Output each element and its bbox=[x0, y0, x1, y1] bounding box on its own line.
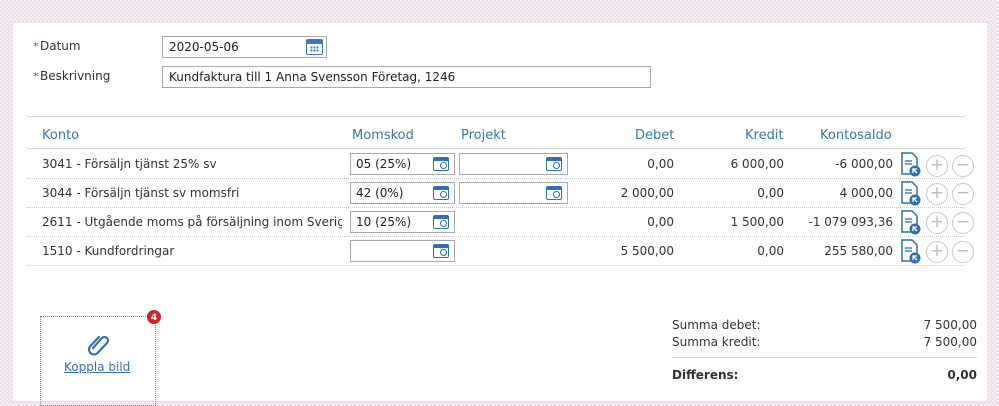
remove-row-button[interactable]: − bbox=[952, 212, 974, 234]
description-value: Kundfaktura till 1 Anna Svensson Företag… bbox=[169, 70, 456, 84]
table-header-divider bbox=[27, 148, 965, 149]
lookup-icon[interactable] bbox=[433, 215, 449, 229]
projekt-field[interactable] bbox=[459, 153, 568, 175]
debet-cell: 0,00 bbox=[647, 215, 674, 229]
account-details-icon[interactable] bbox=[900, 210, 922, 236]
sum-kredit-value: 7 500,00 bbox=[923, 335, 977, 349]
description-field[interactable]: Kundfaktura till 1 Anna Svensson Företag… bbox=[162, 66, 651, 88]
konto-cell: 3041 - Försäljn tjänst 25% sv bbox=[42, 157, 217, 171]
column-header-kredit: Kredit bbox=[745, 128, 784, 143]
konto-cell: 2611 - Utgående moms på försäljning inom… bbox=[42, 215, 342, 229]
kontosaldo-cell: -1 079 093,36 bbox=[808, 215, 894, 229]
required-marker: * bbox=[33, 40, 39, 53]
summary-divider bbox=[672, 357, 977, 358]
divider bbox=[27, 116, 965, 117]
remove-row-button[interactable]: − bbox=[952, 241, 974, 263]
lookup-icon[interactable] bbox=[433, 244, 449, 258]
kontosaldo-cell: -6 000,00 bbox=[835, 157, 893, 171]
column-header-kontosaldo: Kontosaldo bbox=[820, 128, 892, 143]
momskod-value: 05 (25%) bbox=[356, 157, 412, 171]
konto-cell: 1510 - Kundfordringar bbox=[42, 244, 175, 258]
lookup-icon[interactable] bbox=[433, 157, 449, 171]
kredit-cell: 6 000,00 bbox=[730, 157, 784, 171]
attachment-count-badge: 4 bbox=[146, 309, 162, 325]
debet-cell: 0,00 bbox=[647, 157, 674, 171]
date-field[interactable]: 2020-05-06 bbox=[162, 36, 327, 58]
column-header-debet: Debet bbox=[635, 128, 675, 143]
add-row-button[interactable]: + bbox=[926, 155, 948, 177]
account-details-icon[interactable] bbox=[900, 181, 922, 207]
date-value: 2020-05-06 bbox=[169, 40, 239, 54]
lookup-icon[interactable] bbox=[546, 157, 562, 171]
column-header-projekt: Projekt bbox=[461, 128, 506, 143]
momskod-field[interactable]: 10 (25%) bbox=[350, 211, 455, 233]
row-divider bbox=[27, 236, 965, 237]
projekt-field[interactable] bbox=[459, 182, 568, 204]
row-divider bbox=[27, 265, 965, 266]
account-details-icon[interactable] bbox=[900, 152, 922, 178]
paperclip-icon bbox=[87, 335, 110, 356]
required-marker: * bbox=[33, 70, 39, 83]
add-row-button[interactable]: + bbox=[926, 241, 948, 263]
row-divider bbox=[27, 178, 965, 179]
sum-debet-label: Summa debet: bbox=[672, 318, 761, 332]
attach-image-link[interactable]: Koppla bild bbox=[64, 360, 130, 374]
konto-cell: 3044 - Försäljn tjänst sv momsfri bbox=[42, 186, 240, 200]
add-row-button[interactable]: + bbox=[926, 183, 948, 205]
sum-kredit-label: Summa kredit: bbox=[672, 335, 761, 349]
kontosaldo-cell: 4 000,00 bbox=[839, 186, 893, 200]
kredit-cell: 0,00 bbox=[757, 186, 784, 200]
date-label: Datum bbox=[40, 39, 81, 53]
momskod-value: 10 (25%) bbox=[356, 215, 412, 229]
difference-label: Differens: bbox=[672, 368, 739, 382]
kontosaldo-cell: 255 580,00 bbox=[824, 244, 893, 258]
add-row-button[interactable]: + bbox=[926, 212, 948, 234]
sum-debet-value: 7 500,00 bbox=[923, 318, 977, 332]
debet-cell: 2 000,00 bbox=[620, 186, 674, 200]
momskod-value: 42 (0%) bbox=[356, 186, 404, 200]
calendar-icon[interactable] bbox=[306, 39, 323, 55]
row-divider bbox=[27, 207, 965, 208]
lookup-icon[interactable] bbox=[433, 186, 449, 200]
lookup-icon[interactable] bbox=[546, 186, 562, 200]
difference-value: 0,00 bbox=[947, 368, 977, 382]
momskod-field[interactable]: 05 (25%) bbox=[350, 153, 455, 175]
column-header-momskod: Momskod bbox=[352, 128, 414, 143]
kredit-cell: 0,00 bbox=[757, 244, 784, 258]
remove-row-button[interactable]: − bbox=[952, 183, 974, 205]
debet-cell: 5 500,00 bbox=[620, 244, 674, 258]
momskod-field[interactable]: 42 (0%) bbox=[350, 182, 455, 204]
account-details-icon[interactable] bbox=[900, 239, 922, 265]
remove-row-button[interactable]: − bbox=[952, 155, 974, 177]
momskod-field[interactable] bbox=[350, 240, 455, 262]
description-label: Beskrivning bbox=[40, 69, 111, 83]
column-header-konto: Konto bbox=[42, 128, 80, 143]
kredit-cell: 1 500,00 bbox=[730, 215, 784, 229]
